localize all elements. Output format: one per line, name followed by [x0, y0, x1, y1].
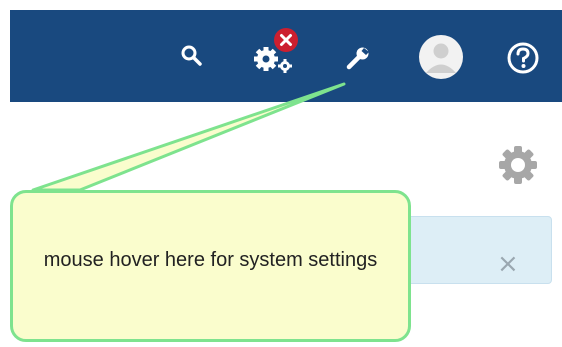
user-avatar-icon[interactable] — [418, 34, 464, 80]
tooltip-text: mouse hover here for system settings — [43, 249, 378, 271]
gear-icon[interactable] — [496, 143, 540, 187]
error-badge — [274, 28, 298, 52]
wrench-icon[interactable] — [344, 44, 372, 72]
info-panel — [404, 216, 552, 284]
close-icon[interactable]: × — [497, 251, 519, 277]
search-icon[interactable] — [180, 44, 204, 68]
help-icon[interactable] — [506, 41, 540, 75]
left-margin — [0, 0, 10, 347]
